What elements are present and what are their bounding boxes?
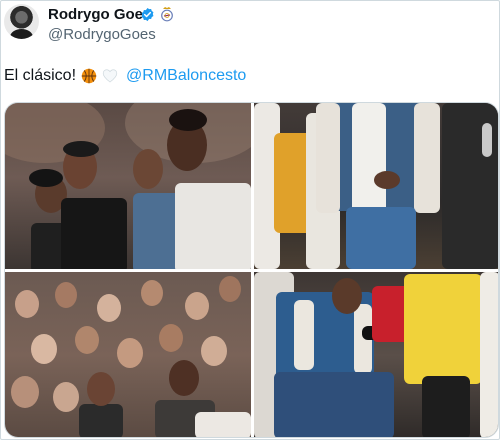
basketball-icon — [81, 68, 97, 84]
author-display-name[interactable]: Rodrygo Goes — [48, 6, 151, 24]
photo-phone-selfie[interactable] — [254, 272, 498, 437]
author-handle[interactable]: @RodrygoGoes — [48, 26, 156, 44]
verified-badge-icon[interactable] — [140, 7, 155, 22]
tweet-text-body: El clásico! — [4, 67, 77, 84]
media-grid — [4, 102, 499, 438]
white-heart-icon — [102, 69, 118, 83]
photo-crowd[interactable] — [5, 272, 251, 437]
tweet-card[interactable]: Rodrygo Goes @RodrygoGoes El clásico! @R… — [0, 0, 500, 440]
mention-link[interactable]: @RMBaloncesto — [126, 66, 246, 86]
photo-walking-jackets[interactable] — [254, 103, 498, 269]
photo-courtside-group[interactable] — [5, 103, 251, 269]
avatar-shirt — [10, 29, 33, 39]
tweet-text: El clásico! @RMBaloncesto — [4, 66, 246, 86]
real-madrid-crest-icon[interactable] — [160, 6, 174, 22]
avatar[interactable] — [4, 4, 39, 39]
